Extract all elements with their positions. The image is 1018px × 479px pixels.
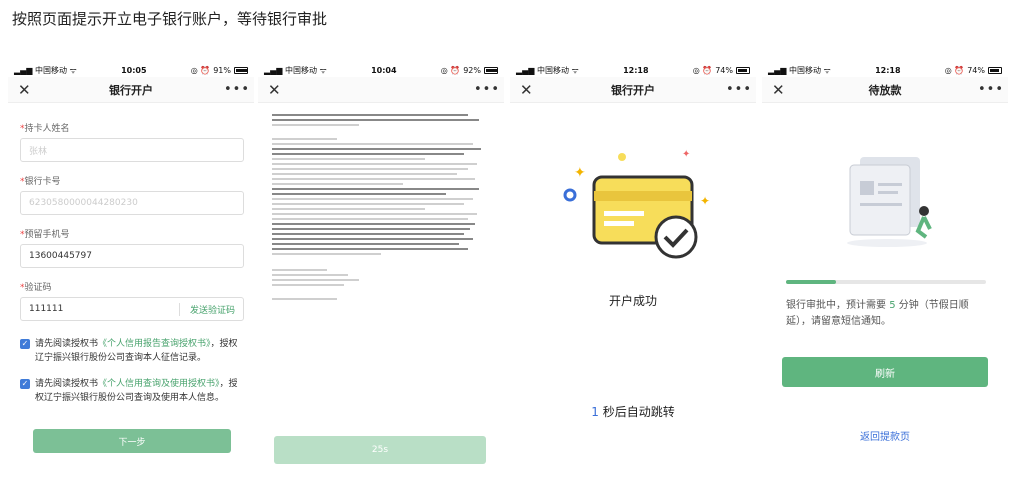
status-right: ◎ ⏰ 91% xyxy=(191,66,248,75)
status-bar: ▂▄▆ 中国移动 ᯤ 10:04 ◎ ⏰ 92% xyxy=(258,63,504,77)
more-menu-icon[interactable]: ••• xyxy=(978,82,1003,97)
svg-text:✦: ✦ xyxy=(700,194,710,208)
nav-bar: ✕ 银行开户 ••• xyxy=(8,77,254,103)
checkbox-checked-icon[interactable]: ✓ xyxy=(20,379,30,389)
agreement-credit-report: ✓ 请先阅读授权书《个人信用报告查询授权书》，授权辽宁振兴银行股份公司查询本人征… xyxy=(20,339,238,363)
close-icon[interactable]: ✕ xyxy=(18,81,38,99)
status-bar: ▂▄▆ 中国移动 ᯤ 10:05 ◎ ⏰ 91% xyxy=(8,63,254,77)
credit-use-link[interactable]: 《个人信用查询及使用授权书》 xyxy=(98,379,220,389)
document-review-illustration xyxy=(847,157,932,247)
phone-screen-agreement-document: ▂▄▆ 中国移动 ᯤ 10:04 ◎ ⏰ 92% ✕ ••• 25s xyxy=(258,63,504,476)
agreement-document-text xyxy=(258,103,504,311)
card-success-illustration: ✦ ✦ ✦ xyxy=(563,149,710,259)
battery-icon xyxy=(988,66,1002,74)
status-time: 10:04 xyxy=(371,65,397,75)
success-message: 开户成功 xyxy=(608,294,657,308)
status-time: 10:05 xyxy=(121,65,147,75)
svg-text:✦: ✦ xyxy=(574,165,586,181)
more-menu-icon[interactable]: ••• xyxy=(726,82,751,97)
nav-title: 银行开户 xyxy=(611,83,655,97)
back-to-withdraw-link[interactable]: 返回提款页 xyxy=(762,428,1008,443)
phone-screen-account-success: ▂▄▆ 中国移动 ᯤ 12:18 ◎ ⏰ 74% ✕ 银行开户 ••• ✦ ✦ … xyxy=(510,63,756,476)
phone-input[interactable]: 13600445797 xyxy=(20,244,244,268)
battery-icon xyxy=(234,66,248,74)
battery-percent: 91% xyxy=(213,65,231,75)
nav-bar: ✕ 银行开户 ••• xyxy=(510,77,756,103)
send-code-button[interactable]: 发送验证码 xyxy=(178,302,235,316)
field-label-card: *银行卡号 xyxy=(20,177,61,187)
nav-title: 银行开户 xyxy=(109,83,153,97)
field-label-code: *验证码 xyxy=(20,283,52,293)
progress-fill xyxy=(786,280,836,284)
name-input[interactable]: 张林 xyxy=(20,138,244,162)
approval-progress-bar xyxy=(786,280,986,284)
verification-code-input[interactable]: 111111 发送验证码 xyxy=(20,297,244,321)
battery-percent: 74% xyxy=(967,65,985,75)
battery-percent: 74% xyxy=(715,65,733,75)
field-label-name: *持卡人姓名 xyxy=(20,124,70,134)
more-menu-icon[interactable]: ••• xyxy=(474,82,499,97)
status-right: ◎ ⏰ 74% xyxy=(945,66,1002,75)
status-right: ◎ ⏰ 92% xyxy=(441,66,498,75)
pending-message: 银行审批中，预计需要 5 分钟（节假日顺延），请留意短信通知。 xyxy=(786,300,969,327)
field-label-phone: *预留手机号 xyxy=(20,230,70,240)
close-icon[interactable]: ✕ xyxy=(268,81,288,99)
status-time: 12:18 xyxy=(623,65,649,75)
status-bar: ▂▄▆ 中国移动 ᯤ 12:18 ◎ ⏰ 74% xyxy=(510,63,756,77)
agreement-credit-use: ✓ 请先阅读授权书《个人信用查询及使用授权书》，授权辽宁振兴银行股份公司查询及使… xyxy=(20,379,238,403)
nav-title: 待放款 xyxy=(868,83,902,97)
close-icon[interactable]: ✕ xyxy=(772,81,792,99)
status-time: 12:18 xyxy=(875,65,901,75)
phone-screen-pending-loan: ▂▄▆ 中国移动 ᯤ 12:18 ◎ ⏰ 74% ✕ 待放款 ••• 银行审批中… xyxy=(762,63,1008,476)
phone-screen-open-account: ▂▄▆ 中国移动 ᯤ 10:05 ◎ ⏰ 91% ✕ 银行开户 ••• *持卡人… xyxy=(8,63,254,476)
battery-icon xyxy=(736,66,750,74)
status-right: ◎ ⏰ 74% xyxy=(693,66,750,75)
card-number-input[interactable]: 6230580000044280230 xyxy=(20,191,244,215)
status-bar: ▂▄▆ 中国移动 ᯤ 12:18 ◎ ⏰ 74% xyxy=(762,63,1008,77)
carrier-label: ▂▄▆ 中国移动 ᯤ xyxy=(264,65,327,75)
checkbox-checked-icon[interactable]: ✓ xyxy=(20,339,30,349)
carrier-label: ▂▄▆ 中国移动 ᯤ xyxy=(516,65,579,75)
next-button[interactable]: 下一步 xyxy=(33,429,231,453)
credit-report-link[interactable]: 《个人信用报告查询授权书》 xyxy=(98,339,211,349)
more-menu-icon[interactable]: ••• xyxy=(224,82,249,97)
carrier-label: ▂▄▆ 中国移动 ᯤ xyxy=(768,65,831,75)
account-form: *持卡人姓名 张林 *银行卡号 6230580000044280230 *预留手… xyxy=(8,103,254,453)
countdown-button[interactable]: 25s xyxy=(274,436,486,464)
battery-icon xyxy=(484,66,498,74)
page-caption: 按照页面提示开立电子银行账户，等待银行审批 xyxy=(12,10,328,28)
svg-text:✦: ✦ xyxy=(682,149,690,160)
close-icon[interactable]: ✕ xyxy=(520,81,540,99)
nav-bar: ✕ ••• xyxy=(258,77,504,103)
carrier-label: ▂▄▆ 中国移动 ᯤ xyxy=(14,65,77,75)
battery-percent: 92% xyxy=(463,65,481,75)
nav-bar: ✕ 待放款 ••• xyxy=(762,77,1008,103)
refresh-button[interactable]: 刷新 xyxy=(782,357,988,387)
auto-redirect-message: 1 秒后自动跳转 xyxy=(591,405,675,419)
